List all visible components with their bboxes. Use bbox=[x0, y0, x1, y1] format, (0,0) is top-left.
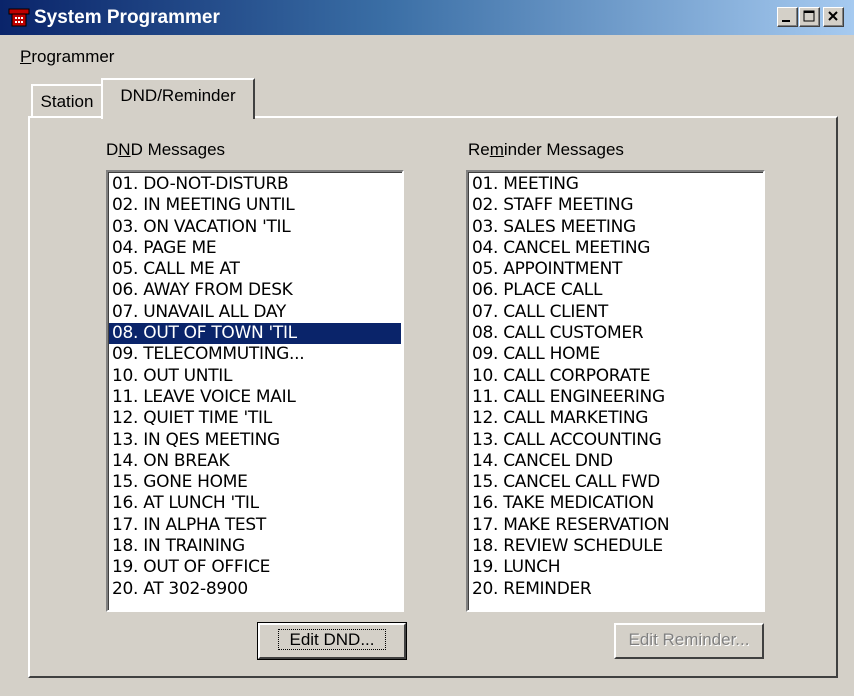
close-icon bbox=[828, 11, 838, 21]
reminder-list-item[interactable]: 09. CALL HOME bbox=[469, 344, 762, 365]
menu-programmer-mnemonic: P bbox=[20, 47, 32, 66]
menu-programmer[interactable]: Programmer bbox=[20, 47, 114, 67]
dnd-messages-list[interactable]: 01. DO-NOT-DISTURB 02. IN MEETING UNTIL 03… bbox=[106, 170, 404, 612]
edit-reminder-button[interactable]: Edit Reminder... bbox=[614, 623, 764, 659]
dnd-list-item[interactable]: 11. LEAVE VOICE MAIL bbox=[109, 387, 401, 408]
reminder-list-item[interactable]: 05. APPOINTMENT bbox=[469, 259, 762, 280]
reminder-list-item[interactable]: 02. STAFF MEETING bbox=[469, 195, 762, 216]
tab-dnd-reminder[interactable]: DND/Reminder bbox=[101, 78, 255, 119]
dnd-label-mnemonic: N bbox=[118, 140, 131, 159]
dnd-list-item[interactable]: 04. PAGE ME bbox=[109, 238, 401, 259]
reminder-list-item[interactable]: 14. CANCEL DND bbox=[469, 451, 762, 472]
reminder-list-item[interactable]: 04. CANCEL MEETING bbox=[469, 238, 762, 259]
dnd-list-item[interactable]: 20. AT 302-8900 bbox=[109, 579, 401, 600]
reminder-label-rest: inder Messages bbox=[503, 140, 624, 159]
dnd-list-item[interactable]: 18. IN TRAINING bbox=[109, 536, 401, 557]
close-button[interactable] bbox=[823, 7, 844, 27]
reminder-label-mnemonic: m bbox=[489, 140, 504, 159]
dnd-list-item[interactable]: 07. UNAVAIL ALL DAY bbox=[109, 302, 401, 323]
reminder-list-item[interactable]: 18. REVIEW SCHEDULE bbox=[469, 536, 762, 557]
reminder-list-item[interactable]: 19. LUNCH bbox=[469, 557, 762, 578]
dnd-list-item[interactable]: 19. OUT OF OFFICE bbox=[109, 557, 401, 578]
reminder-list-item[interactable]: 03. SALES MEETING bbox=[469, 217, 762, 238]
reminder-messages-list[interactable]: 01. MEETING 02. STAFF MEETING 03. SALES ME… bbox=[466, 170, 765, 612]
dnd-list-item[interactable]: 16. AT LUNCH 'TIL bbox=[109, 493, 401, 514]
minimize-button[interactable] bbox=[777, 7, 798, 27]
dnd-list-item[interactable]: 06. AWAY FROM DESK bbox=[109, 280, 401, 301]
dnd-reminder-panel: DND Messages 01. DO-NOT-DISTURB 02. IN ME… bbox=[28, 116, 838, 678]
menu-bar: Programmer bbox=[0, 35, 854, 67]
dnd-list-item[interactable]: 02. IN MEETING UNTIL bbox=[109, 195, 401, 216]
maximize-button[interactable] bbox=[799, 7, 820, 27]
menu-programmer-rest: rogrammer bbox=[31, 47, 115, 66]
dnd-list-item[interactable]: 17. IN ALPHA TEST bbox=[109, 515, 401, 536]
reminder-list-item[interactable]: 06. PLACE CALL bbox=[469, 280, 762, 301]
reminder-list-item[interactable]: 13. CALL ACCOUNTING bbox=[469, 430, 762, 451]
dnd-label-rest: D Messages bbox=[130, 140, 226, 159]
reminder-list-item[interactable]: 07. CALL CLIENT bbox=[469, 302, 762, 323]
dnd-list-item[interactable]: 03. ON VACATION 'TIL bbox=[109, 217, 401, 238]
dnd-list-item[interactable]: 13. IN QES MEETING bbox=[109, 430, 401, 451]
reminder-messages-label: Reminder Messages bbox=[468, 140, 624, 160]
window-title: System Programmer bbox=[34, 7, 220, 28]
edit-dnd-label: Edit DND... bbox=[278, 629, 386, 650]
dnd-list-item[interactable]: 14. ON BREAK bbox=[109, 451, 401, 472]
reminder-label-re: Re bbox=[468, 140, 490, 159]
dnd-list-item[interactable]: 01. DO-NOT-DISTURB bbox=[109, 174, 401, 195]
tab-station[interactable]: Station bbox=[31, 84, 103, 116]
dnd-list-item[interactable]: 12. QUIET TIME 'TIL bbox=[109, 408, 401, 429]
dnd-label-d: D bbox=[106, 140, 119, 159]
dnd-list-item[interactable]: 10. OUT UNTIL bbox=[109, 366, 401, 387]
reminder-list-item[interactable]: 10. CALL CORPORATE bbox=[469, 366, 762, 387]
reminder-list-item[interactable]: 20. REMINDER bbox=[469, 579, 762, 600]
reminder-items: 01. MEETING 02. STAFF MEETING 03. SALES ME… bbox=[469, 174, 762, 600]
minimize-icon bbox=[782, 20, 790, 22]
reminder-list-item[interactable]: 15. CANCEL CALL FWD bbox=[469, 472, 762, 493]
reminder-list-item[interactable]: 12. CALL MARKETING bbox=[469, 408, 762, 429]
dnd-items: 01. DO-NOT-DISTURB 02. IN MEETING UNTIL 03… bbox=[109, 174, 401, 600]
dnd-messages-label: DND Messages bbox=[106, 140, 225, 160]
reminder-list-item[interactable]: 08. CALL CUSTOMER bbox=[469, 323, 762, 344]
reminder-list-item[interactable]: 17. MAKE RESERVATION bbox=[469, 515, 762, 536]
title-bar[interactable]: System Programmer bbox=[0, 0, 854, 35]
reminder-list-item[interactable]: 16. TAKE MEDICATION bbox=[469, 493, 762, 514]
edit-reminder-label: Edit Reminder... bbox=[628, 630, 750, 649]
system-programmer-window: System Programmer Programmer Station DND… bbox=[0, 0, 854, 696]
dnd-list-item[interactable]: 09. TELECOMMUTING... bbox=[109, 344, 401, 365]
dnd-list-item[interactable]: 08. OUT OF TOWN 'TIL bbox=[109, 323, 401, 345]
dnd-list-item[interactable]: 15. GONE HOME bbox=[109, 472, 401, 493]
telephone-app-icon bbox=[7, 6, 31, 30]
reminder-list-item[interactable]: 11. CALL ENGINEERING bbox=[469, 387, 762, 408]
reminder-list-item[interactable]: 01. MEETING bbox=[469, 174, 762, 195]
edit-dnd-button[interactable]: Edit DND... bbox=[257, 622, 407, 660]
maximize-icon bbox=[803, 10, 815, 22]
dnd-list-item[interactable]: 05. CALL ME AT bbox=[109, 259, 401, 280]
